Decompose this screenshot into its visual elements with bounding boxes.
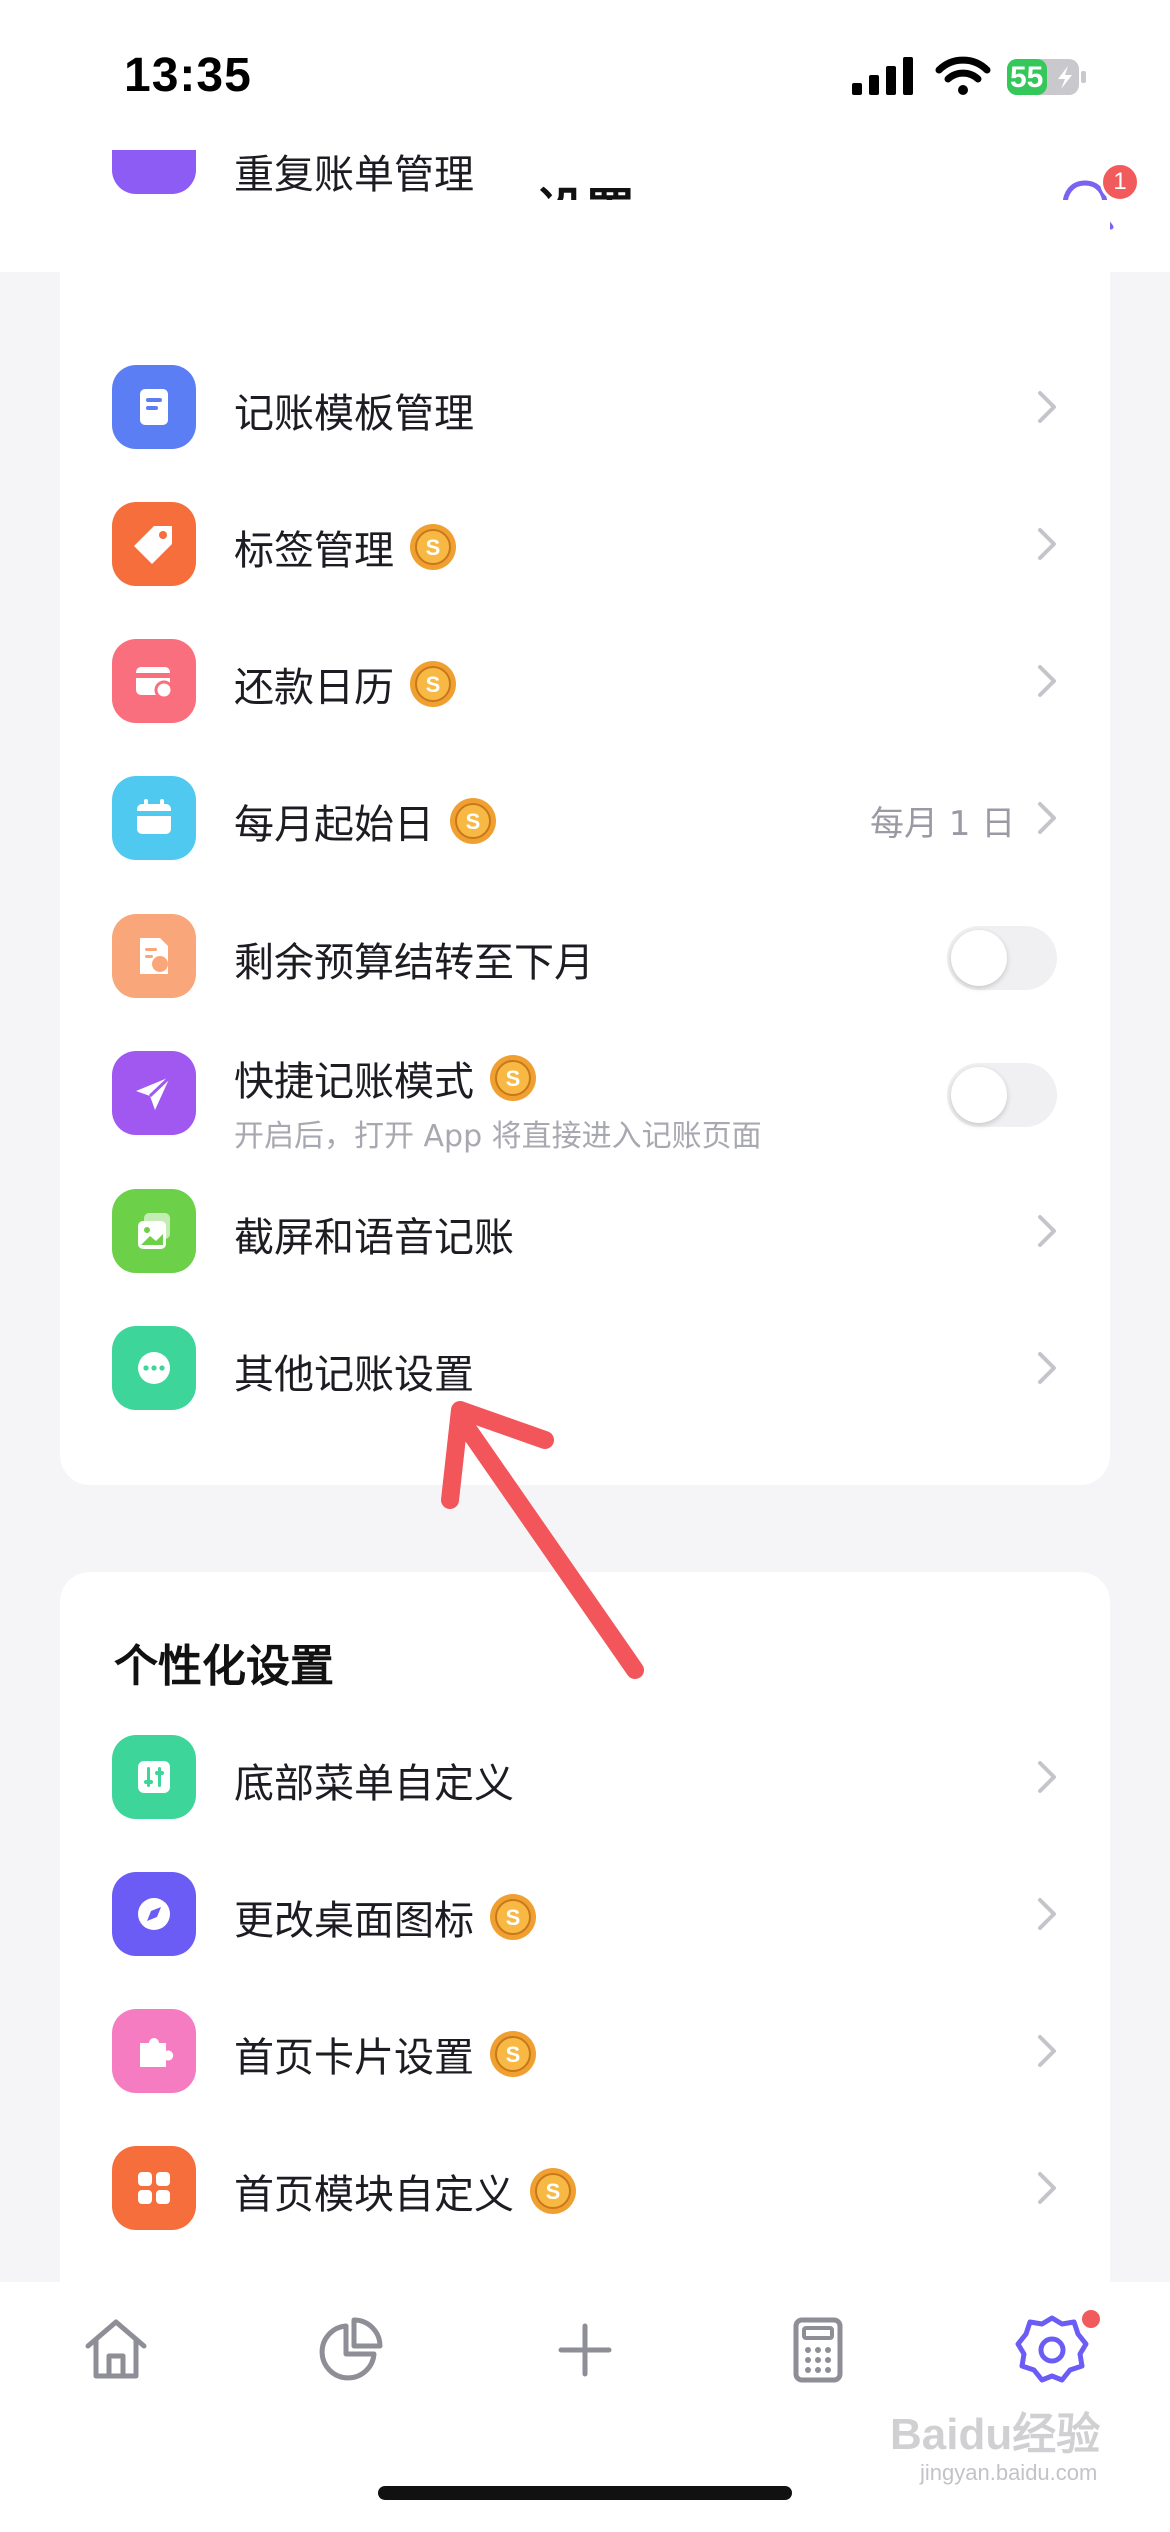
settings-row-bottom-menu[interactable]: 底部菜单自定义	[60, 1717, 1110, 1837]
toggle-knob	[951, 1067, 1007, 1123]
tab-home[interactable]	[76, 2310, 156, 2390]
grid-icon	[112, 2146, 196, 2230]
settings-row-label: 标签管理 S	[234, 518, 458, 576]
settings-row-label: 首页卡片设置 S	[234, 2025, 538, 2083]
toggle-knob	[951, 930, 1007, 986]
annotation-arrow-icon	[441, 1401, 644, 1679]
pie-chart-icon	[319, 2317, 383, 2381]
home-indicator[interactable]	[378, 2486, 792, 2500]
puzzle-icon	[112, 2009, 196, 2093]
premium-coin-icon: S	[450, 798, 496, 844]
settings-row-tags[interactable]: 标签管理 S	[60, 484, 1110, 604]
settings-row-label: 底部菜单自定义	[234, 1761, 514, 1807]
tab-add[interactable]	[545, 2310, 625, 2390]
svg-text:S: S	[546, 2179, 561, 2204]
sliders-icon	[112, 1735, 196, 1819]
repayment-calendar-icon	[112, 639, 196, 723]
chevron-right-icon	[1038, 391, 1056, 423]
svg-text:S: S	[426, 535, 441, 560]
settings-row-label: 还款日历 S	[234, 655, 458, 713]
more-icon	[112, 1326, 196, 1410]
wifi-icon	[935, 56, 991, 95]
battery-indicator: 55	[1006, 56, 1088, 98]
settings-row-budget-rollover: 剩余预算结转至下月	[60, 896, 1110, 1016]
calendar-icon	[112, 776, 196, 860]
settings-row-template[interactable]: 记账模板管理	[60, 347, 1110, 467]
plus-icon	[558, 2323, 612, 2377]
premium-coin-icon: S	[410, 661, 456, 707]
settings-row-label: 截屏和语音记账	[234, 1215, 514, 1261]
recurring-icon	[112, 150, 196, 194]
month-start-value: 每月 1 日	[870, 804, 1016, 844]
premium-coin-icon: S	[530, 2168, 576, 2214]
image-icon	[112, 1189, 196, 1273]
compass-icon	[112, 1872, 196, 1956]
send-icon	[112, 1051, 196, 1135]
premium-coin-icon: S	[490, 1894, 536, 1940]
calculator-icon	[793, 2317, 843, 2383]
tab-statistics[interactable]	[310, 2310, 390, 2390]
tag-icon	[112, 502, 196, 586]
budget-rollover-toggle[interactable]	[947, 926, 1057, 990]
chevron-right-icon	[1038, 802, 1056, 834]
premium-coin-icon: S	[490, 1055, 536, 1101]
svg-text:S: S	[466, 809, 481, 834]
home-icon	[85, 2319, 147, 2379]
settings-row-repayment-calendar[interactable]: 还款日历 S	[60, 621, 1110, 741]
watermark-logo: Baidu经验	[890, 2410, 1101, 2459]
svg-text:S: S	[506, 2042, 521, 2067]
premium-coin-icon: S	[490, 2031, 536, 2077]
settings-row-label: 更改桌面图标 S	[234, 1888, 538, 1946]
settings-row-label: 重复账单管理	[234, 152, 474, 198]
quick-mode-toggle[interactable]	[947, 1063, 1057, 1127]
settings-row-subtitle: 开启后，打开 App 将直接进入记账页面	[234, 1119, 762, 1154]
settings-row-screenshot-voice[interactable]: 截屏和语音记账	[60, 1171, 1110, 1291]
settings-row-label: 每月起始日 S	[234, 792, 498, 850]
settings-row-label: 快捷记账模式 S	[234, 1049, 538, 1107]
settings-row-app-icon[interactable]: 更改桌面图标 S	[60, 1854, 1110, 1974]
chevron-right-icon	[1038, 1898, 1056, 1930]
premium-coin-icon: S	[410, 524, 456, 570]
chevron-right-icon	[1038, 2172, 1056, 2204]
settings-icon	[1015, 2315, 1089, 2383]
svg-text:S: S	[506, 1905, 521, 1930]
chevron-right-icon	[1038, 2035, 1056, 2067]
battery-level: 55	[1010, 61, 1044, 94]
svg-text:S: S	[426, 672, 441, 697]
settings-tab-badge	[1082, 2310, 1100, 2328]
settings-row-label: 剩余预算结转至下月	[234, 940, 594, 986]
settings-row-home-card[interactable]: 首页卡片设置 S	[60, 1991, 1110, 2111]
chevron-right-icon	[1038, 528, 1056, 560]
settings-row-quick-mode: 快捷记账模式 S 开启后，打开 App 将直接进入记账页面	[60, 1033, 1110, 1154]
tab-settings[interactable]	[1012, 2310, 1092, 2390]
svg-text:S: S	[506, 1066, 521, 1091]
chevron-right-icon	[1038, 665, 1056, 697]
tab-calculator[interactable]	[778, 2310, 858, 2390]
settings-row-label: 记账模板管理	[234, 391, 474, 437]
chevron-right-icon	[1038, 1352, 1056, 1384]
settings-row-label: 首页模块自定义 S	[234, 2162, 578, 2220]
chevron-right-icon	[1038, 1215, 1056, 1247]
settings-row-home-modules[interactable]: 首页模块自定义 S	[60, 2128, 1110, 2248]
document-icon	[112, 365, 196, 449]
section-title: 个性化设置	[114, 1641, 334, 1692]
chevron-right-icon	[1038, 1761, 1056, 1793]
settings-row-recurring-bills[interactable]: 重复账单管理	[60, 150, 1110, 270]
status-time: 13:35	[124, 49, 252, 102]
watermark-url: jingyan.baidu.com	[920, 2460, 1098, 2485]
cellular-signal-icon	[852, 57, 913, 95]
settings-row-month-start-day[interactable]: 每月起始日 S 每月 1 日	[60, 758, 1110, 878]
budget-doc-icon	[112, 914, 196, 998]
